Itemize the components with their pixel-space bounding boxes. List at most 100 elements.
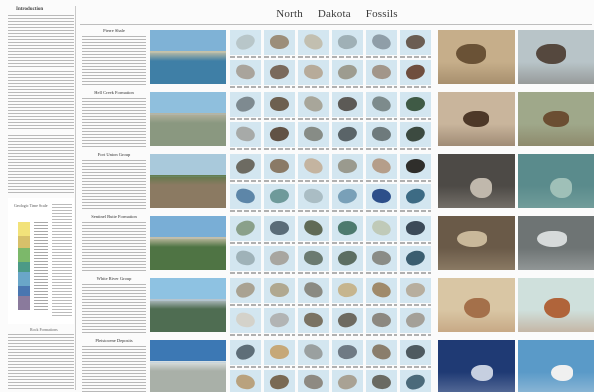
period-text xyxy=(82,160,146,210)
fossil-caption xyxy=(366,242,397,244)
fossil-caption xyxy=(264,86,295,88)
fossil-specimen-photo xyxy=(366,308,397,333)
fossil-caption xyxy=(298,86,329,88)
fossil-specimen xyxy=(336,124,359,144)
fossil-specimen-photo xyxy=(298,278,329,303)
period-label: Fort Union Group xyxy=(97,152,131,157)
fossil-specimen xyxy=(233,341,258,363)
illustration-subject xyxy=(463,111,489,127)
fossil-specimen-photo xyxy=(400,30,431,55)
fossil-specimen xyxy=(302,342,325,362)
fossil-specimen-photo xyxy=(366,184,397,209)
environment-illustration xyxy=(518,278,594,332)
environment-illustration xyxy=(518,92,594,146)
fossil-caption xyxy=(264,118,295,120)
fossil-specimen xyxy=(233,279,258,301)
fossil-specimen xyxy=(268,186,291,206)
fossil-caption xyxy=(366,334,397,336)
fossil-caption xyxy=(230,148,261,150)
fossil-specimen-photo xyxy=(230,216,261,241)
fossil-specimen-photo xyxy=(264,216,295,241)
fossil-caption xyxy=(230,272,261,274)
fossil-specimen-photo xyxy=(400,92,431,117)
fossil-caption xyxy=(400,334,431,336)
fossil-specimen-photo xyxy=(332,216,363,241)
fossil-specimen-photo xyxy=(298,246,329,271)
fossil-specimen xyxy=(337,96,358,112)
stratigraphy-band xyxy=(18,296,30,310)
fossil-specimen xyxy=(371,126,392,142)
fossil-specimen xyxy=(233,31,258,53)
fossil-caption xyxy=(264,334,295,336)
landscape-sky xyxy=(150,340,226,363)
fossil-caption xyxy=(400,56,431,58)
fossil-specimen xyxy=(303,63,324,81)
illustration-ground xyxy=(438,124,515,146)
fossil-specimen xyxy=(404,33,427,51)
landscape-photo xyxy=(150,278,226,332)
landscape-photo xyxy=(150,340,226,392)
fossil-caption xyxy=(230,210,261,212)
fossil-specimen xyxy=(337,158,358,174)
fossil-specimen-photo xyxy=(332,30,363,55)
fossil-caption xyxy=(298,210,329,212)
fossil-specimen xyxy=(336,372,359,392)
fossil-caption xyxy=(332,56,363,58)
fossil-specimen xyxy=(234,187,257,205)
fossil-caption xyxy=(400,304,431,306)
fossil-grid xyxy=(230,338,434,392)
landscape-ridge xyxy=(150,112,226,123)
fossil-grid xyxy=(230,276,434,336)
fossil-specimen-photo xyxy=(230,122,261,147)
fossil-specimen-photo xyxy=(230,30,261,55)
period-description: Fort Union Group xyxy=(82,152,146,212)
fossil-grid xyxy=(230,90,434,150)
fossil-specimen-photo xyxy=(400,370,431,392)
fossil-specimen xyxy=(233,217,258,239)
fossil-caption xyxy=(264,210,295,212)
fossil-caption xyxy=(230,366,261,368)
fossil-specimen-photo xyxy=(366,370,397,392)
fossil-caption xyxy=(298,148,329,150)
stratigraphy-chart: Geologic Time Scale xyxy=(8,198,74,324)
fossil-caption xyxy=(230,118,261,120)
fossil-caption xyxy=(332,366,363,368)
fossil-specimen-photo xyxy=(298,122,329,147)
landscape-sky xyxy=(150,30,226,53)
period-text xyxy=(82,346,146,392)
period-description: Hell Creek Formation xyxy=(82,90,146,150)
fossil-specimen xyxy=(370,218,393,238)
fossil-specimen xyxy=(234,373,257,391)
fossil-specimen xyxy=(268,310,291,330)
stratigraphy-band xyxy=(18,222,30,236)
reconstruction-illustration xyxy=(438,92,515,146)
fossil-specimen-photo xyxy=(264,60,295,85)
fossil-caption xyxy=(366,56,397,58)
fossil-specimen-photo xyxy=(264,278,295,303)
fossil-specimen xyxy=(336,248,359,268)
period-description: Pierre Shale xyxy=(82,28,146,88)
fossil-specimen-photo xyxy=(400,340,431,365)
stratigraphy-band xyxy=(18,248,30,262)
introduction-text xyxy=(8,71,74,131)
fossil-caption xyxy=(332,242,363,244)
fossil-specimen xyxy=(371,312,392,328)
fossil-caption xyxy=(298,304,329,306)
illustration-subject xyxy=(544,298,570,318)
illustration-subject xyxy=(543,111,569,127)
fossil-specimen xyxy=(302,280,325,300)
fossil-specimen-photo xyxy=(400,246,431,271)
period-row: Hell Creek Formation xyxy=(80,90,594,152)
fossil-caption xyxy=(230,304,261,306)
introduction-text xyxy=(8,15,74,67)
fossil-caption xyxy=(230,86,261,88)
fossil-specimen xyxy=(269,282,290,298)
fossil-caption xyxy=(230,180,261,182)
fossil-caption xyxy=(400,242,431,244)
landscape-sky xyxy=(150,278,226,301)
fossil-specimen xyxy=(233,93,258,115)
period-label: Pleistocene Deposits xyxy=(95,338,133,343)
landscape-ridge xyxy=(150,50,226,61)
fossil-specimen xyxy=(370,342,393,362)
fossil-specimen xyxy=(337,220,358,236)
